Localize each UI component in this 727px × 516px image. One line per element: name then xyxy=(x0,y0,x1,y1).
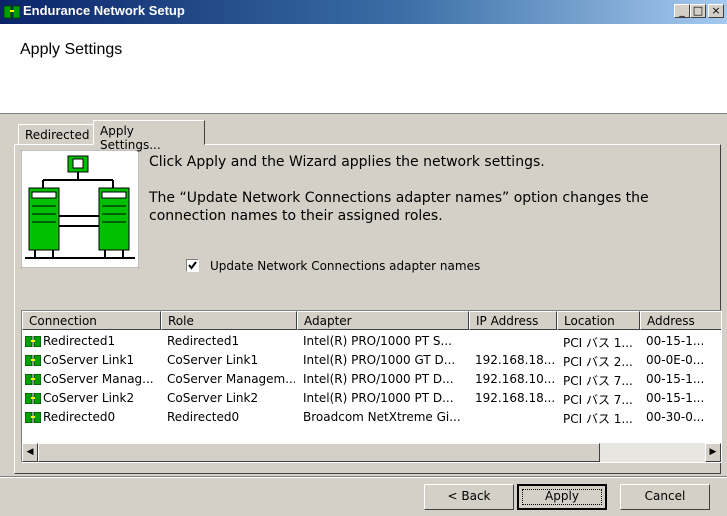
cell-adapter: Intel(R) PRO/1000 PT S... xyxy=(303,334,452,348)
network-adapter-icon xyxy=(25,336,41,347)
cell-location: PCI バス 7... xyxy=(563,393,633,407)
description-line-3: connection names to their assigned roles… xyxy=(149,208,443,224)
scroll-thumb[interactable] xyxy=(38,443,600,462)
cell-connection: CoServer Link1 xyxy=(43,353,135,367)
network-illustration xyxy=(21,150,139,268)
cell-adapter: Intel(R) PRO/1000 PT D... xyxy=(303,391,454,405)
apply-button[interactable]: Apply xyxy=(517,484,607,510)
cell-location: PCI バス 1... xyxy=(563,336,633,350)
column-header-address[interactable]: Address xyxy=(640,311,721,330)
cell-role: CoServer Link1 xyxy=(167,353,259,367)
cell-location: PCI バス 1... xyxy=(563,412,633,426)
column-header-ip-address[interactable]: IP Address xyxy=(469,311,557,330)
tab-apply-settings[interactable]: Apply Settings... xyxy=(93,120,205,152)
table-row[interactable]: CoServer Manag... CoServer Managem... In… xyxy=(22,369,721,389)
description-line-1: Click Apply and the Wizard applies the n… xyxy=(149,154,545,170)
close-button[interactable]: × xyxy=(708,4,724,18)
update-adapter-names-label[interactable]: Update Network Connections adapter names xyxy=(210,259,480,273)
cell-address: 00-15-1... xyxy=(646,334,705,348)
cell-location: PCI バス 7... xyxy=(563,374,633,388)
focus-rectangle xyxy=(522,489,602,505)
wizard-header: Apply Settings xyxy=(0,24,727,114)
checkmark-icon xyxy=(188,261,197,270)
description-line-2: The “Update Network Connections adapter … xyxy=(149,190,649,206)
cell-connection: CoServer Manag... xyxy=(43,372,154,386)
cell-role: CoServer Link2 xyxy=(167,391,259,405)
update-adapter-names-checkbox[interactable] xyxy=(186,259,199,272)
cell-address: 00-15-1... xyxy=(646,391,705,405)
cell-role: CoServer Managem... xyxy=(167,372,295,386)
window-title: Endurance Network Setup xyxy=(23,3,185,18)
table-row[interactable]: Redirected0 Redirected0 Broadcom NetXtre… xyxy=(22,407,721,427)
cancel-button[interactable]: Cancel xyxy=(620,484,710,510)
tab-redirected[interactable]: Redirected xyxy=(18,124,94,144)
maximize-button[interactable]: □ xyxy=(690,4,706,18)
scroll-right-arrow-icon[interactable]: ▶ xyxy=(705,443,721,462)
connection-list[interactable]: Connection Role Adapter IP Address Locat… xyxy=(21,310,722,463)
network-adapter-icon xyxy=(25,355,41,366)
cell-adapter: Broadcom NetXtreme Gi... xyxy=(303,410,461,424)
scroll-left-arrow-icon[interactable]: ◀ xyxy=(22,443,38,462)
table-row[interactable]: CoServer Link1 CoServer Link1 Intel(R) P… xyxy=(22,350,721,370)
cell-ip-address: 192.168.18... xyxy=(475,391,555,405)
cell-adapter: Intel(R) PRO/1000 PT D... xyxy=(303,372,454,386)
network-adapter-icon xyxy=(25,393,41,404)
cell-address: 00-30-0... xyxy=(646,410,705,424)
cell-adapter: Intel(R) PRO/1000 GT D... xyxy=(303,353,456,367)
back-button[interactable]: < Back xyxy=(424,484,514,510)
network-adapter-icon xyxy=(25,374,41,385)
button-separator xyxy=(0,476,727,478)
cell-location: PCI バス 2... xyxy=(563,355,633,369)
cell-connection: CoServer Link2 xyxy=(43,391,135,405)
horizontal-scrollbar[interactable]: ◀ ▶ xyxy=(22,443,721,462)
network-icon xyxy=(4,5,20,19)
cell-ip-address: 192.168.10... xyxy=(475,372,555,386)
column-header-role[interactable]: Role xyxy=(161,311,297,330)
cell-connection: Redirected0 xyxy=(43,410,116,424)
page-title: Apply Settings xyxy=(20,41,123,58)
column-header-adapter[interactable]: Adapter xyxy=(297,311,469,330)
minimize-button[interactable]: _ xyxy=(674,4,690,18)
cell-address: 00-0E-0... xyxy=(646,353,705,367)
column-header-connection[interactable]: Connection xyxy=(22,311,161,330)
column-header-location[interactable]: Location xyxy=(557,311,640,330)
table-row[interactable]: CoServer Link2 CoServer Link2 Intel(R) P… xyxy=(22,388,721,408)
table-row[interactable]: Redirected1 Redirected1 Intel(R) PRO/100… xyxy=(22,331,721,351)
network-adapter-icon xyxy=(25,412,41,423)
cell-role: Redirected1 xyxy=(167,334,240,348)
cell-connection: Redirected1 xyxy=(43,334,116,348)
cell-address: 00-15-1... xyxy=(646,372,705,386)
title-bar: Endurance Network Setup _ □ × xyxy=(0,0,727,24)
cell-ip-address: 192.168.18... xyxy=(475,353,555,367)
cell-role: Redirected0 xyxy=(167,410,240,424)
